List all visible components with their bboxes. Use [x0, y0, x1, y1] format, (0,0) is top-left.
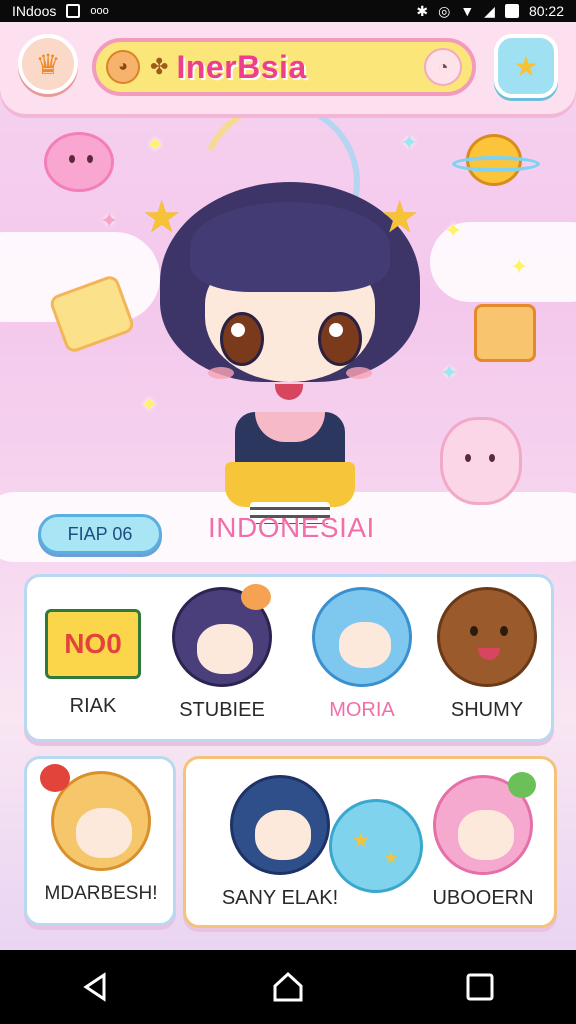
alarm-icon: ◎ — [438, 2, 451, 19]
signal-icon: ◢ — [484, 2, 495, 19]
recents-icon — [466, 973, 494, 1001]
recents-button[interactable] — [456, 963, 504, 1011]
character-card-panel: SANY ELAK! ★ ★ UBOOERN — [183, 756, 557, 928]
status-time: 80:22 — [528, 3, 564, 19]
system-nav-bar — [0, 950, 576, 1024]
character-eye — [220, 312, 264, 366]
character-card[interactable]: MDARBESH! — [31, 764, 171, 905]
purple-hair-character-icon — [172, 584, 272, 687]
bluetooth-icon: ✱ — [416, 2, 429, 19]
character-card[interactable]: UBOOERN — [418, 772, 548, 910]
sparkle-icon: ✦ — [510, 254, 529, 279]
home-icon — [273, 971, 303, 1002]
blue-cat-character-icon — [312, 587, 412, 687]
pink-hair-character-icon — [433, 772, 536, 875]
blue-hair-character-icon — [230, 775, 330, 875]
battery-icon — [504, 4, 519, 18]
character-skirt — [225, 462, 355, 507]
card-label: UBOOERN — [432, 887, 534, 909]
status-bar: INdoos ooo ✱ ◎ ▼ ◢ 80:22 — [0, 0, 576, 22]
card-label: MDARBESH! — [44, 883, 158, 904]
main-character[interactable]: ★ ★ — [142, 162, 430, 527]
character-card[interactable]: NO0 RIAK — [41, 587, 145, 718]
sparkle-icon: ✦ — [100, 208, 119, 233]
bear-cookie-icon — [437, 587, 537, 687]
character-name: INDONESIAI — [208, 512, 375, 543]
planet-icon — [452, 130, 540, 190]
sign-icon: NO0 — [45, 609, 141, 679]
star-hairclip-icon: ★ — [142, 193, 182, 242]
card-label: MORIA — [329, 699, 395, 721]
character-card[interactable]: SHUMY — [431, 587, 543, 722]
bubble-orb-icon: ★ ★ — [329, 799, 423, 893]
sign-text: NO0 — [64, 628, 122, 659]
app-title: InerBsia — [176, 48, 307, 85]
star-icon: ★ — [513, 50, 539, 82]
star-icon: ★ — [384, 850, 399, 867]
sparkle-icon: ✦ — [444, 218, 463, 243]
card-label: RIAK — [69, 695, 117, 717]
heart-balloon-icon — [40, 764, 70, 792]
character-eye — [318, 312, 362, 366]
character-blush — [208, 367, 234, 379]
home-button[interactable] — [264, 963, 312, 1011]
star-icon: ★ — [352, 830, 370, 852]
bread-icon: ◕ — [106, 50, 140, 84]
card-label: SANY ELAK! — [221, 887, 339, 909]
level-tag-button[interactable]: FIAP 06 — [38, 514, 162, 554]
character-card-panel: MDARBESH! — [24, 756, 176, 926]
back-button[interactable] — [72, 963, 120, 1011]
character-card[interactable]: MORIA — [307, 587, 417, 722]
sparkle-icon: ✦ — [400, 130, 419, 155]
gallery-icon — [66, 4, 81, 18]
character-list-panel: NO0 RIAK STUBIEE MORIA SHUMY — [24, 574, 554, 742]
title-bar: ◕ ✤ InerBsia ◔ — [92, 38, 476, 96]
ghost-face-icon[interactable]: ◔ — [424, 48, 462, 86]
app-screen: ♛ ◕ ✤ InerBsia ◔ ★ ✦ ✦ ✦ ✦ ✦ ✦ ✦ ★ ★ FIA… — [0, 22, 576, 950]
status-carrier-text: INdoos — [12, 3, 57, 19]
pink-cat-icon — [440, 417, 522, 505]
card-label: STUBIEE — [179, 699, 265, 721]
bubble-orb-card[interactable]: ★ ★ — [326, 799, 426, 893]
crate-icon — [474, 304, 536, 362]
character-bangs — [190, 202, 390, 292]
menu-button[interactable]: ♛ — [18, 34, 78, 94]
wifi-icon: ▼ — [460, 3, 475, 19]
favorites-button[interactable]: ★ — [494, 34, 558, 98]
status-dots: ooo — [90, 5, 109, 17]
sparkle-icon: ✦ — [440, 360, 459, 385]
character-blush — [346, 367, 372, 379]
puzzle-icon: ✤ — [150, 54, 169, 79]
back-icon — [83, 972, 106, 1002]
sparkle-icon: ✦ — [146, 132, 165, 157]
character-card[interactable]: STUBIEE — [167, 584, 277, 722]
sofa-icon: ♛ — [35, 48, 61, 80]
pink-blob-icon — [44, 132, 114, 192]
card-label: SHUMY — [450, 699, 524, 721]
character-mouth — [275, 384, 303, 400]
blonde-character-icon — [40, 764, 151, 871]
